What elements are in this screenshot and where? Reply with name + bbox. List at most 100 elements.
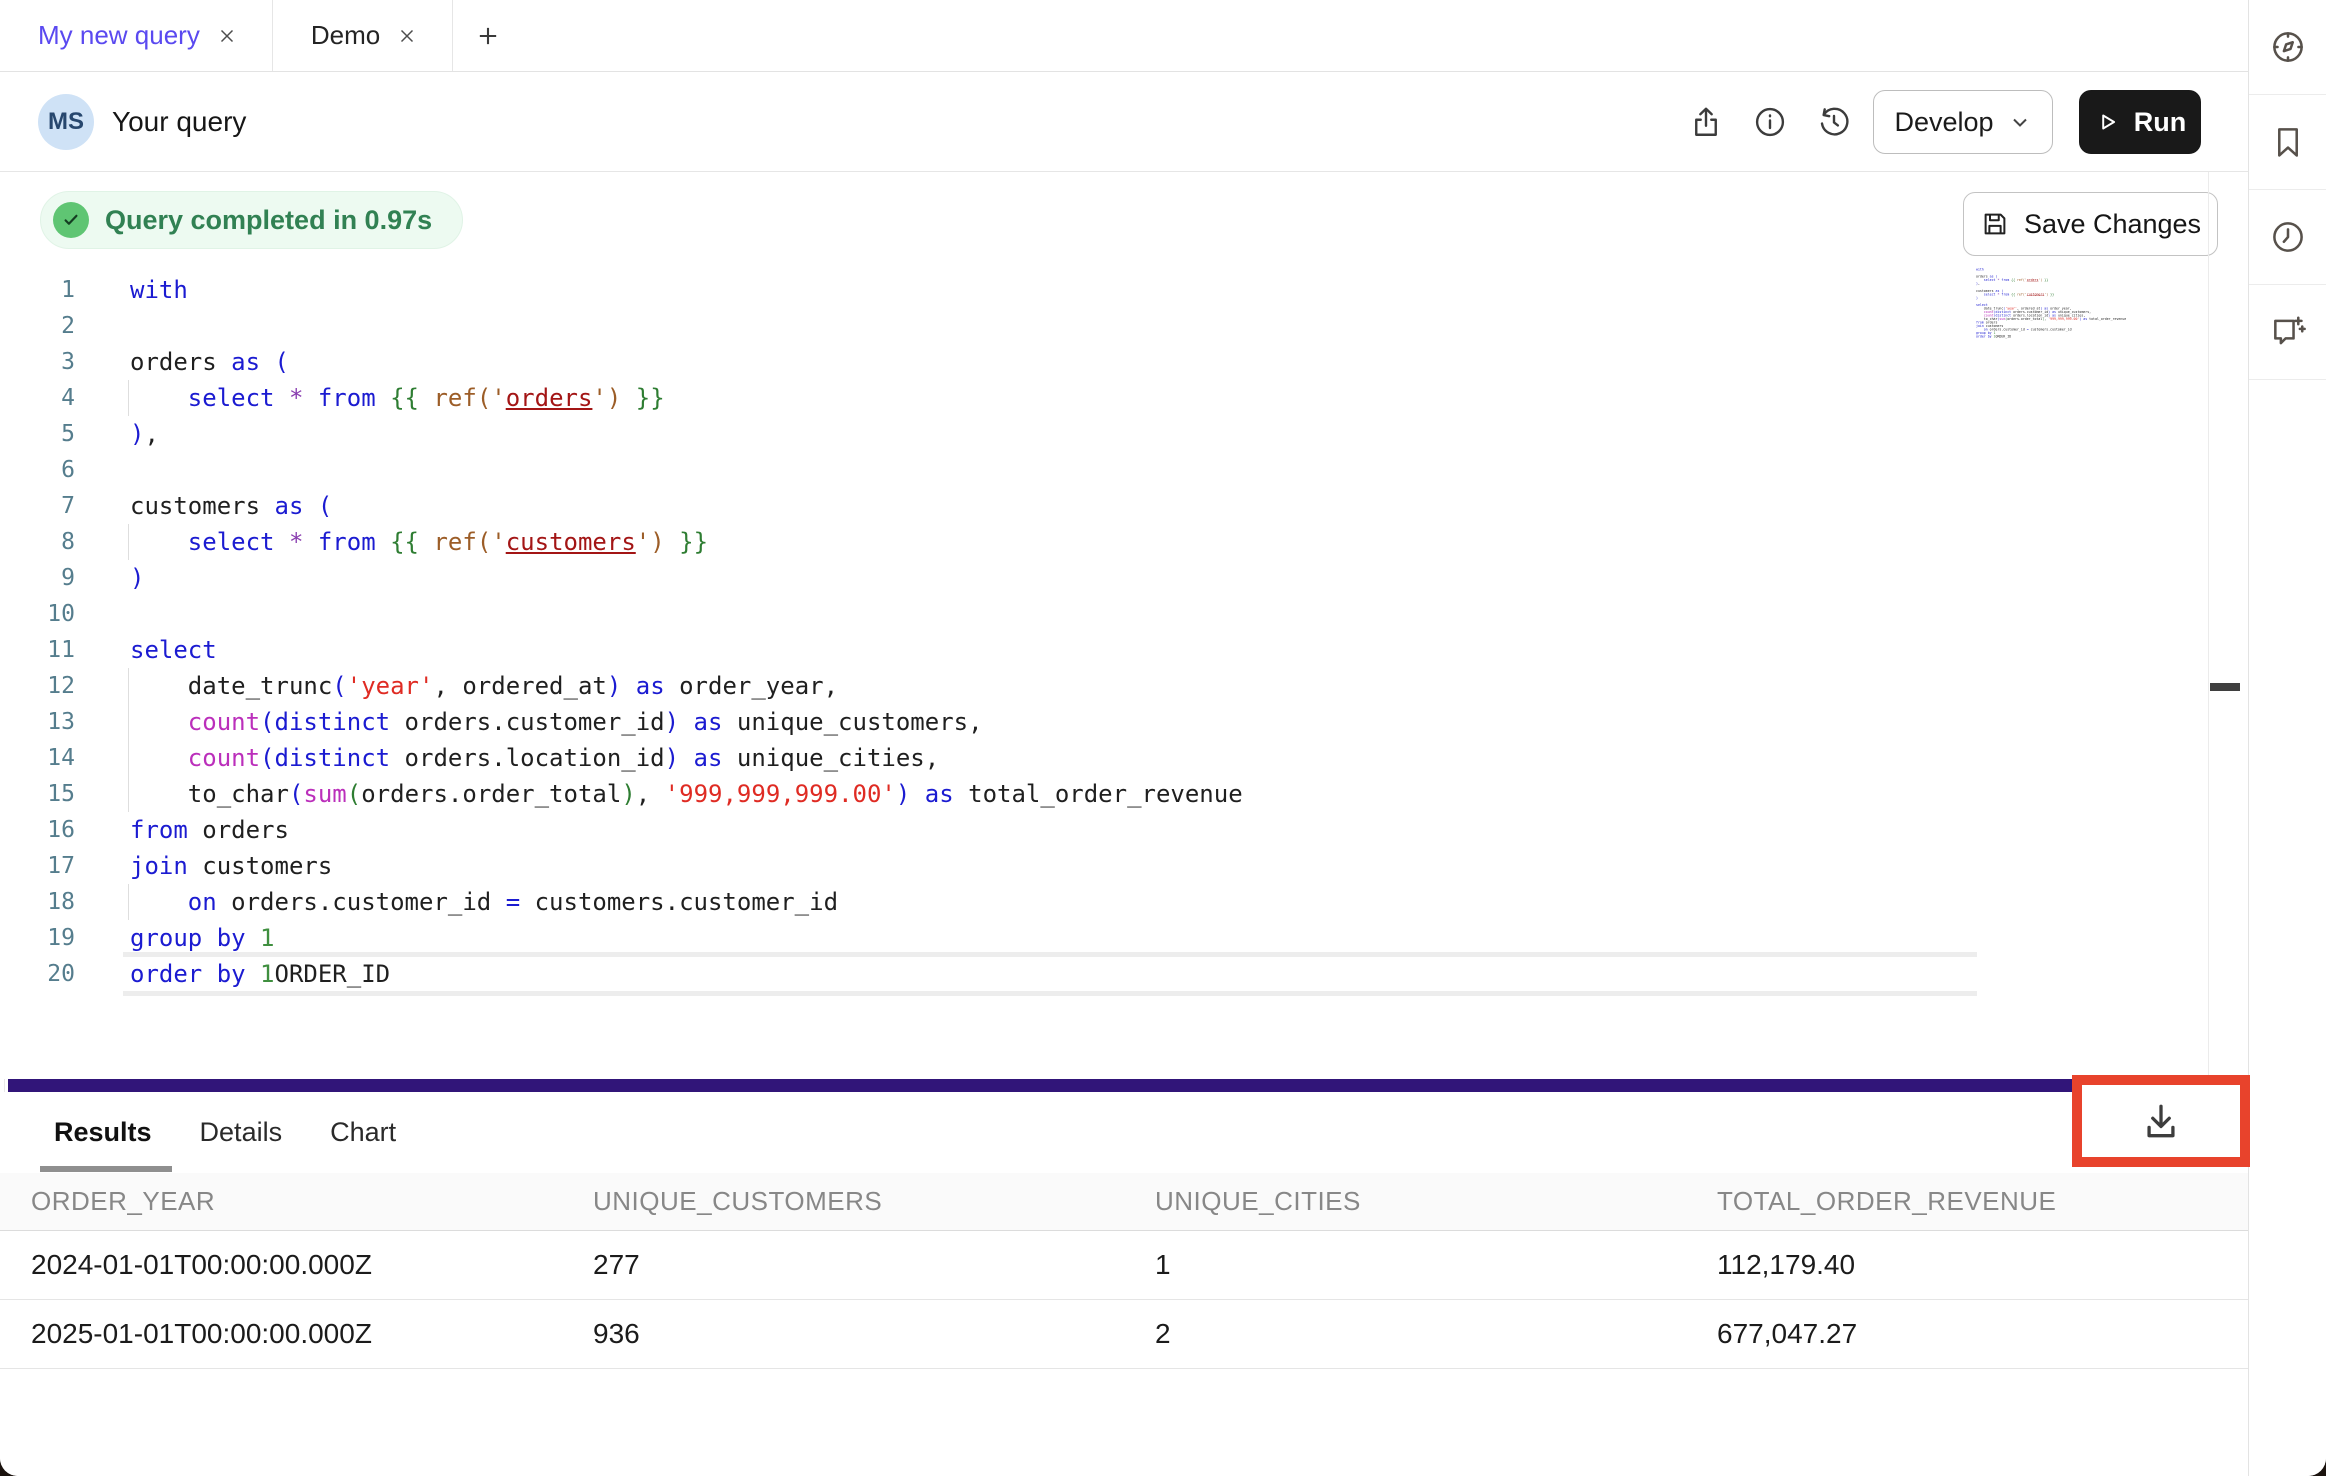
- query-header: MS Your query Develop Run: [0, 72, 2248, 172]
- sidebar-item-explore[interactable]: [2249, 0, 2326, 95]
- info-button[interactable]: [1748, 100, 1792, 144]
- line-number: 10: [0, 596, 95, 632]
- chevron-down-icon: [2008, 110, 2032, 134]
- code-line[interactable]: 2: [0, 308, 2060, 344]
- line-number: 8: [0, 524, 95, 560]
- table-cell: 1: [1124, 1249, 1686, 1281]
- line-number: 18: [0, 884, 95, 920]
- table-cell: 2024-01-01T00:00:00.000Z: [0, 1249, 562, 1281]
- code-line[interactable]: 9): [0, 560, 2060, 596]
- code-line[interactable]: 5),: [0, 416, 2060, 452]
- app-window: My new query Demo MS Your query: [0, 0, 2326, 1476]
- results-tab-results[interactable]: Results: [54, 1117, 152, 1148]
- code-line[interactable]: 8 select * from {{ ref('customers') }}: [0, 524, 2060, 560]
- line-number: 4: [0, 380, 95, 416]
- close-icon[interactable]: [396, 25, 418, 47]
- results-tab-bar: Results Details Chart: [0, 1092, 2248, 1173]
- line-number: 16: [0, 812, 95, 848]
- query-title: Your query: [112, 72, 246, 172]
- scroll-handle[interactable]: [2210, 683, 2240, 691]
- table-row[interactable]: 2024-01-01T00:00:00.000Z2771112,179.40: [0, 1231, 2250, 1300]
- line-number: 20: [0, 956, 95, 992]
- line-number: 17: [0, 848, 95, 884]
- close-icon[interactable]: [216, 25, 238, 47]
- line-number: 14: [0, 740, 95, 776]
- develop-dropdown[interactable]: Develop: [1873, 90, 2053, 154]
- bookmark-icon: [2269, 123, 2307, 161]
- code-line[interactable]: 20order by 1ORDER_ID: [0, 956, 2060, 992]
- code-line[interactable]: 13 count(distinct orders.customer_id) as…: [0, 704, 2060, 740]
- editor-tab[interactable]: My new query: [0, 0, 273, 71]
- code-line[interactable]: 7customers as (: [0, 488, 2060, 524]
- line-number: 7: [0, 488, 95, 524]
- table-row[interactable]: 2025-01-01T00:00:00.000Z9362677,047.27: [0, 1300, 2250, 1369]
- minimap[interactable]: with orders as ( select * from {{ ref('o…: [1976, 268, 2132, 358]
- code-line[interactable]: 10: [0, 596, 2060, 632]
- panel-resize-divider[interactable]: [8, 1079, 2250, 1092]
- compass-icon: [2269, 28, 2307, 66]
- tab-label: Demo: [311, 20, 380, 51]
- code-line[interactable]: 12 date_trunc('year', ordered_at) as ord…: [0, 668, 2060, 704]
- results-tab-chart[interactable]: Chart: [330, 1117, 396, 1148]
- save-changes-label: Save Changes: [2024, 209, 2201, 240]
- line-number: 6: [0, 452, 95, 488]
- line-number: 19: [0, 920, 95, 956]
- share-icon: [1688, 104, 1724, 140]
- tab-label: My new query: [38, 20, 200, 51]
- minimap-code: with orders as ( select * from {{ ref('o…: [1976, 268, 2132, 338]
- code-line[interactable]: 19group by 1: [0, 920, 2060, 956]
- line-number: 1: [0, 272, 95, 308]
- column-header: TOTAL_ORDER_REVENUE: [1686, 1186, 2248, 1217]
- history-icon: [1816, 104, 1852, 140]
- play-icon: [2094, 109, 2120, 135]
- line-number: 12: [0, 668, 95, 704]
- code-line[interactable]: 17join customers: [0, 848, 2060, 884]
- save-changes-button[interactable]: Save Changes: [1963, 192, 2218, 256]
- info-icon: [1752, 104, 1788, 140]
- sidebar-item-ai-assistant[interactable]: [2249, 285, 2326, 380]
- code-line[interactable]: 16from orders: [0, 812, 2060, 848]
- save-icon: [1980, 209, 2010, 239]
- results-table: ORDER_YEARUNIQUE_CUSTOMERSUNIQUE_CITIEST…: [0, 1173, 2250, 1369]
- results-tab-details[interactable]: Details: [200, 1117, 283, 1148]
- column-header: UNIQUE_CUSTOMERS: [562, 1186, 1124, 1217]
- code-line[interactable]: 4 select * from {{ ref('orders') }}: [0, 380, 2060, 416]
- code-line[interactable]: 15 to_char(sum(orders.order_total), '999…: [0, 776, 2060, 812]
- sidebar-item-history[interactable]: [2249, 190, 2326, 285]
- right-sidebar: [2248, 0, 2326, 1476]
- code-line[interactable]: 6: [0, 452, 2060, 488]
- editor-tab[interactable]: Demo: [273, 0, 453, 71]
- code-line[interactable]: 3orders as (: [0, 344, 2060, 380]
- line-number: 13: [0, 704, 95, 740]
- query-status-badge: Query completed in 0.97s: [40, 191, 463, 249]
- query-status-text: Query completed in 0.97s: [105, 205, 432, 236]
- line-number: 5: [0, 416, 95, 452]
- run-button[interactable]: Run: [2079, 90, 2201, 154]
- results-panel: Results Details Chart ORDER_YEARUNIQUE_CUS…: [0, 1092, 2248, 1476]
- sidebar-item-bookmarks[interactable]: [2249, 95, 2326, 190]
- download-icon[interactable]: [2139, 1099, 2183, 1143]
- line-number: 11: [0, 632, 95, 668]
- column-header: ORDER_YEAR: [0, 1186, 562, 1217]
- code-line[interactable]: 18 on orders.customer_id = customers.cus…: [0, 884, 2060, 920]
- table-cell: 677,047.27: [1686, 1318, 2248, 1350]
- table-cell: 277: [562, 1249, 1124, 1281]
- run-label: Run: [2134, 107, 2186, 138]
- share-button[interactable]: [1684, 100, 1728, 144]
- history-button[interactable]: [1812, 100, 1856, 144]
- code-line[interactable]: 1with: [0, 272, 2060, 308]
- avatar: MS: [38, 94, 94, 150]
- line-number: 9: [0, 560, 95, 596]
- table-cell: 112,179.40: [1686, 1249, 2248, 1281]
- table-cell: 936: [562, 1318, 1124, 1350]
- sql-editor-panel[interactable]: Query completed in 0.97s Save Changes 1w…: [0, 172, 2248, 1079]
- chat-sparkle-icon: [2269, 313, 2307, 351]
- code-line[interactable]: 11select: [0, 632, 2060, 668]
- new-tab-button[interactable]: [453, 0, 523, 71]
- code-line[interactable]: 14 count(distinct orders.location_id) as…: [0, 740, 2060, 776]
- editor-scroll-gutter[interactable]: [2208, 172, 2248, 1079]
- plus-icon: [474, 22, 502, 50]
- develop-label: Develop: [1894, 107, 1993, 138]
- clock-icon: [2269, 218, 2307, 256]
- code-editor[interactable]: 1with 2 3orders as ( 4 select * from {{ …: [0, 272, 2060, 992]
